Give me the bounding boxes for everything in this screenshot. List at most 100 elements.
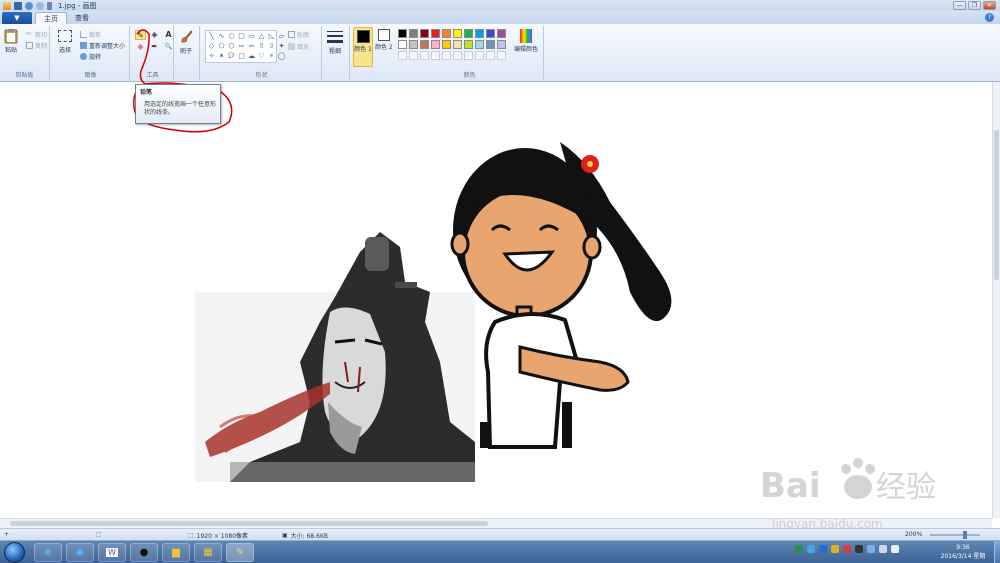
shape-rounded-rectangle[interactable]: ▭ [247,32,256,41]
palette-color-swatch[interactable] [398,40,407,49]
fill-button[interactable]: 填充 [288,42,309,51]
taskbar-folder[interactable]: ▆ [162,543,190,562]
taskbar-word[interactable]: W [98,543,126,562]
shape-four-point-star[interactable]: ✦ [277,42,286,51]
tray-icon-5[interactable] [843,545,851,553]
shape-right-arrow[interactable]: ⇨ [237,42,246,51]
shape-rounded-callout[interactable]: ▢ [237,52,246,61]
redo-icon[interactable] [36,1,44,10]
shape-heart[interactable]: ♡ [257,52,266,61]
app-menu-button[interactable]: ▼ [2,12,32,24]
palette-color-swatch[interactable] [442,29,451,38]
palette-color-swatch[interactable] [453,40,462,49]
taskbar-qq[interactable]: ● [130,543,158,562]
taskbar-paint[interactable]: ✎ [226,543,254,562]
volume-icon[interactable] [879,545,887,553]
show-desktop-button[interactable] [994,541,1000,563]
color2-button[interactable]: 颜色 2 [375,29,393,51]
palette-empty-swatch[interactable] [453,51,462,60]
palette-color-swatch[interactable] [398,29,407,38]
save-icon[interactable] [14,1,22,10]
palette-color-swatch[interactable] [420,40,429,49]
palette-color-swatch[interactable] [453,29,462,38]
palette-color-swatch[interactable] [409,40,418,49]
vertical-scrollbar[interactable] [992,82,1000,518]
zoom-slider-track[interactable] [930,534,980,536]
palette-empty-swatch[interactable] [431,51,440,60]
palette-color-swatch[interactable] [420,29,429,38]
size-label: 粗细 [328,48,341,55]
horizontal-scroll-thumb[interactable] [10,521,488,526]
keyboard-icon[interactable] [891,545,899,553]
edit-colors-button[interactable]: 编辑颜色 [514,29,538,53]
shape-left-arrow[interactable]: ⇦ [247,42,256,51]
shape-ellipse-alt[interactable]: ◯ [277,52,286,61]
palette-empty-swatch[interactable] [464,51,473,60]
shape-cloud-callout[interactable]: ☁ [247,52,256,61]
shape-lightning[interactable]: ⚡ [267,52,276,61]
outline-button[interactable]: 轮廓 [288,30,309,39]
palette-color-swatch[interactable] [409,29,418,38]
palette-empty-swatch[interactable] [497,51,506,60]
palette-empty-swatch[interactable] [486,51,495,60]
color1-button[interactable]: 颜色 1 [353,27,373,67]
palette-empty-swatch[interactable] [475,51,484,60]
paste-button[interactable]: 粘贴 [4,28,18,54]
shape-rectangle[interactable]: □ [237,32,246,41]
undo-icon[interactable] [25,1,33,10]
size-button[interactable]: 粗细 [327,29,343,55]
palette-color-swatch[interactable] [497,29,506,38]
shape-down-arrow[interactable]: ⇩ [267,42,276,51]
tray-icon-3[interactable] [819,545,827,553]
file-size: ▣ 大小: 68.6KB [282,531,328,540]
help-icon[interactable]: ? [985,13,994,22]
tab-home[interactable]: 主页 [35,12,67,24]
shape-parallelogram[interactable]: ▱ [277,32,286,41]
tray-icon-6[interactable] [855,545,863,553]
start-button[interactable] [4,542,25,563]
palette-color-swatch[interactable] [431,29,440,38]
tray-icon-4[interactable] [831,545,839,553]
ribbon-tabs: ▼ 主页 查看 ? [0,11,1000,24]
taskbar-browser[interactable]: ◉ [66,543,94,562]
palette-color-swatch[interactable] [486,29,495,38]
zoom-slider-handle[interactable] [963,531,967,539]
palette-empty-swatch[interactable] [442,51,451,60]
palette-color-swatch[interactable] [464,29,473,38]
drawing-canvas[interactable] [0,82,992,518]
palette-color-swatch[interactable] [497,40,506,49]
palette-color-swatch[interactable] [475,29,484,38]
rotate-button[interactable]: 旋转 [80,52,101,61]
resize-button[interactable]: 重新调整大小 [80,41,125,50]
clock[interactable]: 9:36 2016/3/14 星期一 [938,543,988,563]
shape-triangle[interactable]: △ [257,32,266,41]
minimize-button[interactable]: — [953,1,966,10]
copy-button[interactable]: 复制 [26,41,47,50]
image-dimensions: ⬚ 1920 × 1080像素 [188,531,248,540]
vertical-scroll-thumb[interactable] [994,130,999,280]
network-icon[interactable] [867,545,875,553]
taskbar-ie[interactable]: e [34,543,62,562]
maximize-button[interactable]: ❐ [968,1,981,10]
cut-button[interactable]: ✂ 剪切 [26,30,47,40]
palette-empty-swatch[interactable] [420,51,429,60]
palette-color-swatch[interactable] [431,40,440,49]
tab-view[interactable]: 查看 [67,12,97,24]
customize-qat-icon[interactable] [47,1,52,10]
close-button[interactable]: ✕ [983,1,996,10]
palette-empty-swatch[interactable] [398,51,407,60]
crop-button[interactable]: 裁剪 [80,30,101,39]
palette-empty-swatch[interactable] [409,51,418,60]
shape-right-triangle[interactable]: ◺ [267,32,276,41]
select-button[interactable]: 选择 [58,30,72,54]
palette-color-swatch[interactable] [475,40,484,49]
edit-colors-label: 编辑颜色 [514,46,539,53]
shape-up-arrow[interactable]: ⇧ [257,42,266,51]
taskbar-library[interactable]: ▦ [194,543,222,562]
palette-color-swatch[interactable] [464,40,473,49]
palette-color-swatch[interactable] [486,40,495,49]
tray-icon-1[interactable] [795,545,803,553]
paint-app-icon[interactable] [3,1,11,10]
palette-color-swatch[interactable] [442,40,451,49]
tray-icon-2[interactable] [807,545,815,553]
